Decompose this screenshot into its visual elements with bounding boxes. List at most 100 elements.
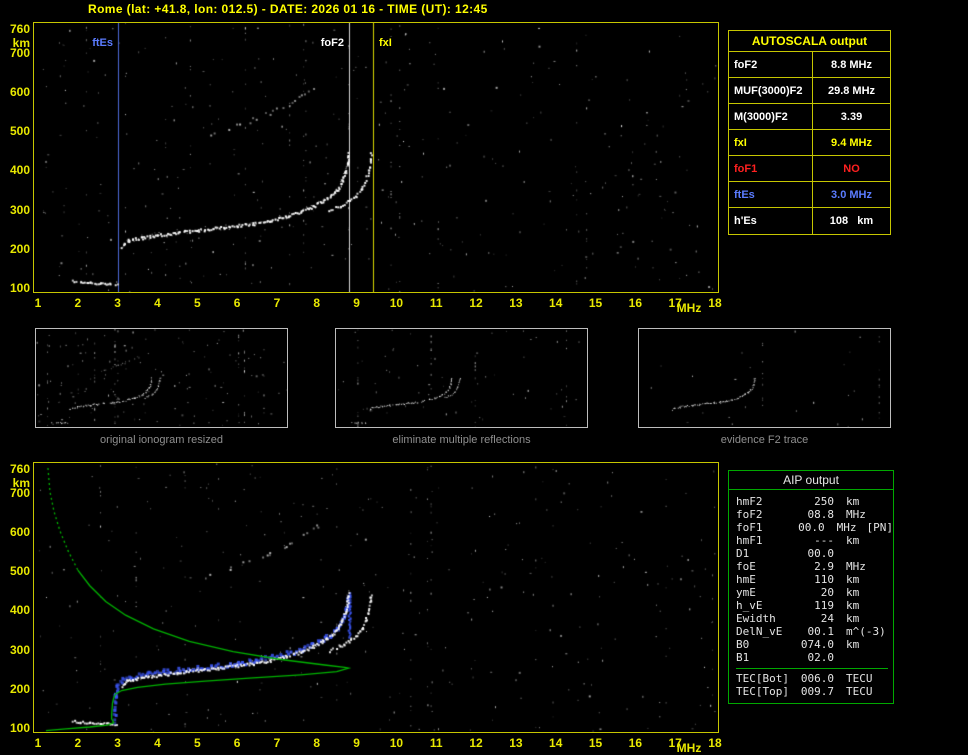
aip-param-unit: MHz	[836, 521, 857, 534]
aip-param-label: hmF2	[736, 495, 763, 508]
aip-param-label: foF2	[736, 508, 763, 521]
aip-param-value: 00.0	[798, 521, 825, 534]
autoscala-param-label: ftEs	[729, 182, 813, 207]
y-tick-label: 760	[9, 462, 30, 476]
aip-row-B0: B0 074.0 km	[736, 638, 893, 651]
aip-param-label: DelN_vE	[736, 625, 783, 638]
x-tick-label: 11	[429, 736, 443, 750]
aip-param-label: B1	[736, 651, 750, 664]
x-tick-label: 10	[389, 296, 404, 310]
aip-row-TEC[Bot]: TEC[Bot] 006.0 TECU	[736, 672, 893, 685]
thumb-multiples-removed	[335, 328, 588, 428]
thumb-f2-trace	[638, 328, 891, 428]
autoscala-output-table: AUTOSCALA output foF2 8.8 MHz MUF(3000)F2 2…	[728, 30, 891, 235]
x-axis-unit-label: MHz	[676, 741, 702, 755]
autoscala-param-value: 3.39	[840, 111, 863, 123]
thumb-multiples-removed-canvas	[336, 329, 587, 427]
aip-param-label: foE	[736, 560, 756, 573]
aip-separator-line	[736, 668, 888, 669]
aip-row-TEC[Top]: TEC[Top] 009.7 TECU	[736, 685, 893, 698]
aip-param-label: B0	[736, 638, 750, 651]
x-tick-label: 18	[708, 296, 722, 310]
aip-param-value: ---	[814, 534, 834, 547]
x-tick-label: 2	[74, 296, 82, 310]
aip-row-hmF1: hmF1 --- km	[736, 534, 893, 547]
aip-param-value: 2.9	[814, 560, 834, 573]
y-tick-label: 300	[9, 642, 30, 657]
aip-param-label: Ewidth	[736, 612, 776, 625]
thumb-f2-trace-canvas	[639, 329, 890, 427]
aip-param-unit: m^(-3)	[846, 625, 886, 638]
aip-row-Ewidth: Ewidth 24 km	[736, 612, 893, 625]
aip-param-unit: MHz	[846, 508, 866, 521]
aip-param-label: foF1	[736, 521, 763, 534]
aip-row-hmF2: hmF2 250 km	[736, 495, 893, 508]
autoscala-param-value: NO	[843, 163, 860, 175]
aip-param-value: 074.0	[800, 638, 834, 651]
x-tick-label: 14	[549, 296, 563, 310]
aip-param-value: 02.0	[807, 651, 835, 664]
aip-row-B1: B1 02.0	[736, 651, 893, 664]
x-tick-label: 13	[509, 296, 523, 310]
aip-row-DelN_vE: DelN_vE 00.1 m^(-3)	[736, 625, 893, 638]
autoscala-param-value: 29.8 MHz	[827, 85, 876, 97]
aip-row-foF2: foF2 08.8 MHz	[736, 508, 893, 521]
marker-label-fxi: fxI	[378, 37, 393, 49]
autoscala-row-M(3000)F2: M(3000)F2 3.39	[729, 104, 890, 130]
aip-param-value: 24	[820, 612, 834, 625]
autoscala-param-label: h'Es	[729, 208, 813, 234]
thumb-caption-original: original ionogram resized	[100, 434, 223, 446]
aip-row-foF1: foF1 00.0 MHz [PN]	[736, 521, 893, 534]
x-axis-unit-label: MHz	[676, 301, 702, 315]
x-tick-label: 9	[353, 736, 360, 750]
aip-param-label: hmF1	[736, 534, 763, 547]
autoscala-row-h'Es: h'Es 108 km	[729, 208, 890, 234]
x-tick-label: 1	[34, 736, 42, 750]
aip-row-foE: foE 2.9 MHz	[736, 560, 893, 573]
y-axis-unit-label: km	[12, 36, 30, 50]
y-tick-label: 100	[9, 281, 30, 295]
autoscala-param-label: fxI	[729, 130, 813, 155]
aip-row-D1: D1 00.0	[736, 547, 893, 560]
aip-param-unit: km	[846, 495, 860, 508]
autoscala-param-label: foF1	[729, 156, 813, 181]
x-tick-label: 13	[509, 736, 523, 750]
aip-param-unit: km	[846, 612, 860, 625]
aip-param-value: 00.1	[807, 625, 835, 638]
thumb-original-canvas	[36, 329, 287, 427]
y-tick-label: 760	[9, 22, 30, 36]
aip-param-label: h_vE	[736, 599, 763, 612]
autoscala-param-label: foF2	[729, 52, 813, 77]
aip-param-unit: km	[846, 573, 860, 586]
marker-label-ftes: ftEs	[91, 37, 114, 49]
autoscala-row-ftEs: ftEs 3.0 MHz	[729, 182, 890, 208]
x-tick-label: 15	[588, 296, 603, 310]
x-tick-label: 4	[154, 296, 161, 310]
aip-param-unit: km	[846, 586, 860, 599]
aip-param-value: 006.0	[800, 672, 834, 685]
y-tick-label: 400	[9, 603, 30, 618]
aip-param-label: TEC[Top]	[736, 685, 789, 698]
autoscala-row-MUF(3000)F2: MUF(3000)F2 29.8 MHz	[729, 78, 890, 104]
aip-param-unit: TECU	[846, 685, 873, 698]
x-tick-label: 9	[353, 296, 360, 310]
aip-param-value: 110	[814, 573, 834, 586]
autoscala-table-rows: foF2 8.8 MHz MUF(3000)F2 29.8 MHz M(3000)F2 3…	[729, 52, 890, 234]
aip-row-h_vE: h_vE 119 km	[736, 599, 893, 612]
aip-param-value: 00.0	[807, 547, 835, 560]
aip-param-value: 250	[814, 495, 834, 508]
aip-param-value: 009.7	[800, 685, 834, 698]
x-tick-label: 12	[469, 736, 483, 750]
aip-row-hmE: hmE 110 km	[736, 573, 893, 586]
window-title: Rome (lat: +41.8, lon: 012.5) - DATE: 20…	[88, 2, 488, 16]
thumb-caption-f2trace: evidence F2 trace	[720, 434, 809, 446]
aip-param-value: 08.8	[807, 508, 835, 521]
autoscala-table-title: AUTOSCALA output	[729, 31, 890, 52]
marker-label-fof2: foF2	[319, 37, 345, 49]
x-tick-label: 4	[154, 736, 161, 750]
x-tick-label: 5	[193, 296, 201, 310]
autoscala-param-value: 108 km	[829, 215, 874, 227]
x-tick-label: 7	[273, 736, 281, 750]
autoscala-param-value: 9.4 MHz	[831, 137, 872, 149]
x-tick-label: 2	[74, 736, 82, 750]
